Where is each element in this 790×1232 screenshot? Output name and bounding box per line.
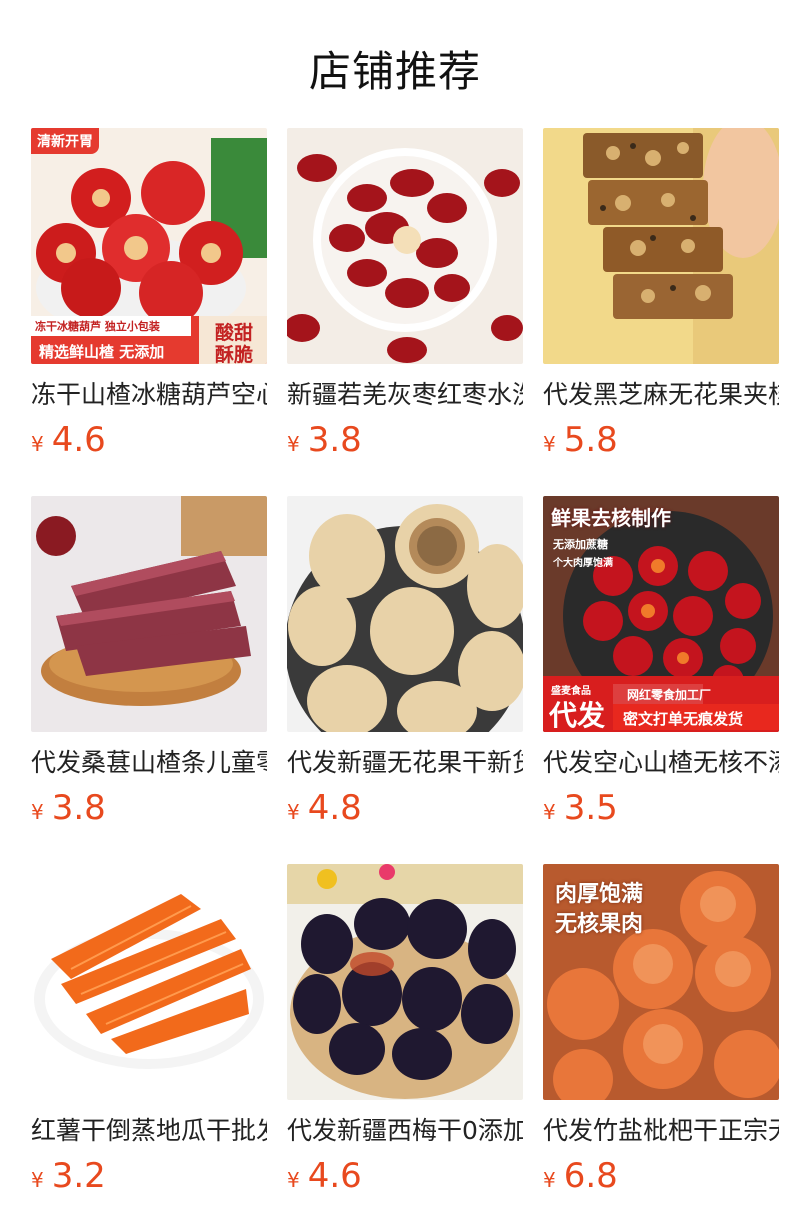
product-price: ¥4.6 xyxy=(287,1156,523,1202)
price-value: 3.5 xyxy=(563,788,618,828)
product-name[interactable]: 新疆若羌灰枣红枣水洗 xyxy=(287,378,523,412)
price-value: 4.8 xyxy=(307,788,362,828)
currency-symbol: ¥ xyxy=(543,800,556,824)
price-value: 3.8 xyxy=(307,420,362,460)
product-name[interactable]: 代发桑葚山楂条儿童零食 xyxy=(31,746,267,780)
price-value: 4.6 xyxy=(51,420,106,460)
product-name[interactable]: 代发新疆西梅干0添加 xyxy=(287,1114,523,1148)
currency-symbol: ¥ xyxy=(287,1168,300,1192)
currency-symbol: ¥ xyxy=(287,432,300,456)
promo-line-1: 肉厚饱满 xyxy=(555,882,644,907)
promo-big: 代发 xyxy=(549,699,606,732)
price-value: 5.8 xyxy=(563,420,618,460)
promo-side-2: 酥脆 xyxy=(215,344,254,364)
product-price: ¥6.8 xyxy=(543,1156,779,1202)
promo-line-2: 无核果肉 xyxy=(555,912,644,937)
product-image[interactable]: 鲜果去核制作 无添加蔗糖 个大肉厚饱满 盛麦食品 代发 网红零食加工厂 密文打单… xyxy=(543,496,779,732)
promo-line-2: 个大肉厚饱满 xyxy=(553,558,613,569)
promo-strip: 冻干冰糖葫芦 独立小包装 xyxy=(35,320,160,333)
product-card[interactable]: 代发黑芝麻无花果夹核桃 ¥5.8 xyxy=(543,128,779,466)
product-name[interactable]: 红薯干倒蒸地瓜干批发 xyxy=(31,1114,267,1148)
product-image[interactable] xyxy=(287,128,523,364)
product-price: ¥3.5 xyxy=(543,788,779,834)
product-name[interactable]: 冻干山楂冰糖葫芦空心 xyxy=(31,378,267,412)
currency-symbol: ¥ xyxy=(287,800,300,824)
product-card[interactable]: 代发新疆西梅干0添加 ¥4.6 xyxy=(287,864,523,1202)
product-card[interactable]: 清新开胃 冻干冰糖葫芦 独立小包装 精选鲜山楂 无添加 酸甜 酥脆 冻干山楂冰糖… xyxy=(31,128,267,466)
product-price: ¥3.8 xyxy=(287,420,523,466)
currency-symbol: ¥ xyxy=(31,800,44,824)
product-name[interactable]: 代发黑芝麻无花果夹核桃 xyxy=(543,378,779,412)
currency-symbol: ¥ xyxy=(543,432,556,456)
promo-main: 密文打单无痕发货 xyxy=(623,710,744,728)
product-price: ¥4.8 xyxy=(287,788,523,834)
page-title: 店铺推荐 xyxy=(308,47,481,96)
product-card[interactable]: 代发桑葚山楂条儿童零食 ¥3.8 xyxy=(31,496,267,834)
price-value: 4.6 xyxy=(307,1156,362,1196)
currency-symbol: ¥ xyxy=(31,1168,44,1192)
product-card[interactable]: 新疆若羌灰枣红枣水洗 ¥3.8 xyxy=(287,128,523,466)
product-grid: 清新开胃 冻干冰糖葫芦 独立小包装 精选鲜山楂 无添加 酸甜 酥脆 冻干山楂冰糖… xyxy=(31,128,781,1218)
product-price: ¥3.8 xyxy=(31,788,267,834)
promo-headline: 鲜果去核制作 xyxy=(551,506,671,530)
product-name[interactable]: 代发空心山楂无核不添加 xyxy=(543,746,779,780)
currency-symbol: ¥ xyxy=(543,1168,556,1192)
product-price: ¥4.6 xyxy=(31,420,267,466)
promo-main: 精选鲜山楂 无添加 xyxy=(39,343,165,361)
product-image[interactable] xyxy=(287,496,523,732)
product-image[interactable] xyxy=(31,496,267,732)
product-image[interactable] xyxy=(543,128,779,364)
product-image[interactable]: 肉厚饱满 无核果肉 xyxy=(543,864,779,1100)
product-card[interactable]: 红薯干倒蒸地瓜干批发 ¥3.2 xyxy=(31,864,267,1202)
product-card[interactable]: 代发新疆无花果干新货 ¥4.8 xyxy=(287,496,523,834)
product-price: ¥5.8 xyxy=(543,420,779,466)
price-value: 6.8 xyxy=(563,1156,618,1196)
product-image[interactable]: 清新开胃 冻干冰糖葫芦 独立小包装 精选鲜山楂 无添加 酸甜 酥脆 xyxy=(31,128,267,364)
product-card[interactable]: 肉厚饱满 无核果肉 代发竹盐枇杷干正宗无核 ¥6.8 xyxy=(543,864,779,1202)
promo-line-1: 无添加蔗糖 xyxy=(553,538,608,551)
product-image[interactable] xyxy=(287,864,523,1100)
promo-factory: 网红零食加工厂 xyxy=(627,688,712,702)
product-price: ¥3.2 xyxy=(31,1156,267,1202)
product-card[interactable]: 鲜果去核制作 无添加蔗糖 个大肉厚饱满 盛麦食品 代发 网红零食加工厂 密文打单… xyxy=(543,496,779,834)
product-name[interactable]: 代发新疆无花果干新货 xyxy=(287,746,523,780)
price-value: 3.2 xyxy=(51,1156,106,1196)
promo-badge: 清新开胃 xyxy=(31,128,99,154)
product-image[interactable] xyxy=(31,864,267,1100)
currency-symbol: ¥ xyxy=(31,432,44,456)
product-name[interactable]: 代发竹盐枇杷干正宗无核 xyxy=(543,1114,779,1148)
price-value: 3.8 xyxy=(51,788,106,828)
